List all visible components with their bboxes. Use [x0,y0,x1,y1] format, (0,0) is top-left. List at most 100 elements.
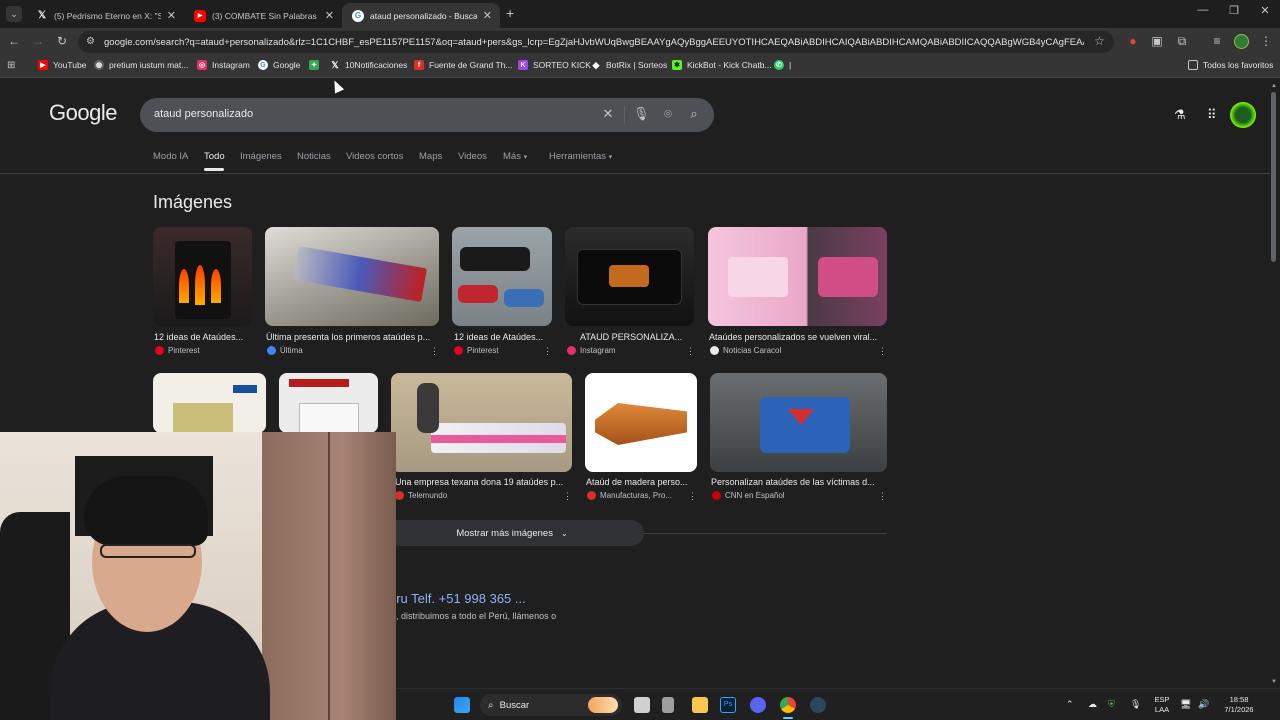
image-source-8[interactable]: CNN en Español [712,491,785,500]
bookmark-fuente-gta[interactable]: f Fuente de Grand Th... [414,60,512,70]
bookmark-whatsapp[interactable]: ✆ | [774,60,791,70]
tray-app-icon[interactable]: ☁ [1088,699,1097,709]
network-icon[interactable]: 🖥 [1180,699,1191,709]
tab-videos-cortos[interactable]: Videos cortos [346,151,403,162]
google-apps-icon[interactable]: ⠿ [1207,107,1217,123]
language-indicator[interactable]: ESP LAA [1152,695,1172,715]
file-explorer-icon[interactable] [692,697,708,713]
app-icon[interactable] [662,697,674,713]
search-box[interactable]: ataud personalizado ✕ 🎙 ⌾ ⌕ [140,98,714,132]
show-more-images-button[interactable]: Mostrar más imágenes ⌄ [380,520,644,546]
scroll-up-icon[interactable]: ▲ [1271,83,1277,89]
tray-overflow-icon[interactable]: ⌃ [1066,699,1074,709]
tab-herramientas[interactable]: Herramientas ▾ [549,151,612,162]
profile-avatar[interactable] [1234,34,1249,49]
image-source-7[interactable]: Manufacturas, Pro... [587,491,672,500]
tab-maps[interactable]: Maps [419,151,442,162]
image-source-4[interactable]: Instagram [567,346,616,355]
extension-red-icon[interactable]: ● [1125,34,1141,48]
image-result-3[interactable] [452,227,552,326]
image-caption-7[interactable]: Ataúd de madera perso... [586,477,694,487]
minimize-button[interactable]: — [1188,4,1218,16]
bookmark-youtube[interactable]: ▶ YouTube [38,60,86,70]
image-caption-1[interactable]: 12 ideas de Ataúdes... [154,332,249,342]
image-result-4[interactable] [565,227,694,326]
extensions-icon[interactable]: ⧉ [1174,34,1190,49]
image-result-10[interactable] [710,373,887,472]
more-options-icon[interactable]: ⋮ [430,346,439,357]
account-avatar[interactable] [1230,102,1256,128]
more-options-icon[interactable]: ⋮ [543,346,552,357]
tab-1[interactable]: 𝕏 (5) Pedrismo Eterno en X: "Sha ✕ [26,3,184,28]
google-logo[interactable]: Google [49,100,117,126]
tray-shield-icon[interactable]: ⛨ [1108,699,1115,709]
tab-todo[interactable]: Todo [204,151,225,162]
image-caption-8[interactable]: Personalizan ataúdes de las víctimas d..… [711,477,885,487]
image-source-3[interactable]: Pinterest [454,346,499,355]
tab-2[interactable]: ▶ (3) COMBATE Sin Palabras Com ✕ [184,3,342,28]
taskbar-search[interactable]: ⌕ Buscar [480,694,622,716]
microphone-icon[interactable]: 🎙 [633,106,650,122]
tab-mas[interactable]: Más ▾ [503,151,527,162]
image-result-9[interactable] [585,373,697,472]
more-options-icon[interactable]: ⋮ [878,491,887,502]
volume-icon[interactable]: 🔊 [1198,699,1209,709]
image-result-6[interactable] [153,373,266,433]
image-caption-6[interactable]: Una empresa texana dona 19 ataúdes p... [395,477,570,487]
chrome-icon[interactable] [780,697,796,713]
bookmark-sorteo-kick[interactable]: K SORTEO KICK [518,60,591,70]
lens-icon[interactable]: ⌾ [660,106,676,122]
image-caption-4[interactable]: ATAUD PERSONALIZA... [566,332,693,342]
image-caption-2[interactable]: Última presenta los primeros ataúdes p..… [266,332,438,342]
image-result-2[interactable] [265,227,439,326]
image-result-7[interactable] [279,373,378,433]
new-tab-button[interactable]: + [506,5,514,21]
discord-icon[interactable] [750,697,766,713]
bookmark-10notificaciones[interactable]: 𝕏 10Notificaciones [330,60,407,71]
bookmark-star-icon[interactable]: ☆ [1094,34,1105,48]
extension-box-icon[interactable]: ▣ [1149,34,1165,48]
bookmark-instagram[interactable]: ◎ Instagram [197,60,250,70]
bookmark-botrix[interactable]: ◆ BotRix | Sorteos [591,60,668,71]
image-result-1[interactable] [153,227,252,326]
all-bookmarks-folder[interactable]: Todos los favoritos [1188,60,1273,70]
result-title-link[interactable]: eru Telf. +51 998 365 ... [389,591,526,606]
tab-search-button[interactable]: ⌄ [6,6,22,22]
address-bar[interactable]: ⚙ google.com/search?q=ataud+personalizad… [78,31,1114,53]
menu-icon[interactable]: ⋮ [1258,34,1274,48]
apps-icon[interactable]: ⊞ [7,60,15,71]
scroll-down-icon[interactable]: ▼ [1271,679,1277,685]
tab-modo-ia[interactable]: Modo IA [153,151,188,162]
bookmark-puzzle[interactable]: ✦ [309,60,324,70]
image-source-5[interactable]: Noticias Caracol [710,346,781,355]
labs-icon[interactable]: ⚗ [1174,107,1186,123]
more-options-icon[interactable]: ⋮ [688,491,697,502]
close-tab-icon[interactable]: ✕ [483,9,492,22]
reload-icon[interactable]: ↻ [54,34,70,48]
more-options-icon[interactable]: ⋮ [686,346,695,357]
image-source-1[interactable]: Pinterest [155,346,200,355]
tab-videos[interactable]: Videos [458,151,487,162]
close-window-button[interactable]: ✕ [1250,4,1280,17]
media-control-icon[interactable]: ≡ [1209,34,1225,48]
image-caption-3[interactable]: 12 ideas de Ataúdes... [454,332,551,342]
close-tab-icon[interactable]: ✕ [167,9,176,22]
clear-icon[interactable]: ✕ [600,106,616,122]
bookmark-kickbot[interactable]: ✱ KickBot - Kick Chatb... [672,60,772,70]
restore-button[interactable]: ❐ [1219,4,1249,17]
steam-icon[interactable] [810,697,826,713]
close-tab-icon[interactable]: ✕ [325,9,334,22]
search-icon[interactable]: ⌕ [686,106,702,122]
clock[interactable]: 18:58 7/1/2026 [1214,695,1264,715]
site-info-icon[interactable]: ⚙ [86,36,95,47]
more-options-icon[interactable]: ⋮ [878,346,887,357]
more-options-icon[interactable]: ⋮ [563,491,572,502]
windows-start-icon[interactable] [454,697,470,713]
image-source-2[interactable]: Última [267,346,303,355]
image-source-6[interactable]: Telemundo [395,491,447,500]
scrollbar-thumb[interactable] [1271,92,1276,262]
image-result-5[interactable] [708,227,887,326]
image-caption-5[interactable]: Ataúdes personalizados se vuelven viral.… [709,332,886,342]
tab-3-active[interactable]: G ataud personalizado - Buscar c ✕ [342,3,500,28]
task-view-icon[interactable] [634,697,650,713]
